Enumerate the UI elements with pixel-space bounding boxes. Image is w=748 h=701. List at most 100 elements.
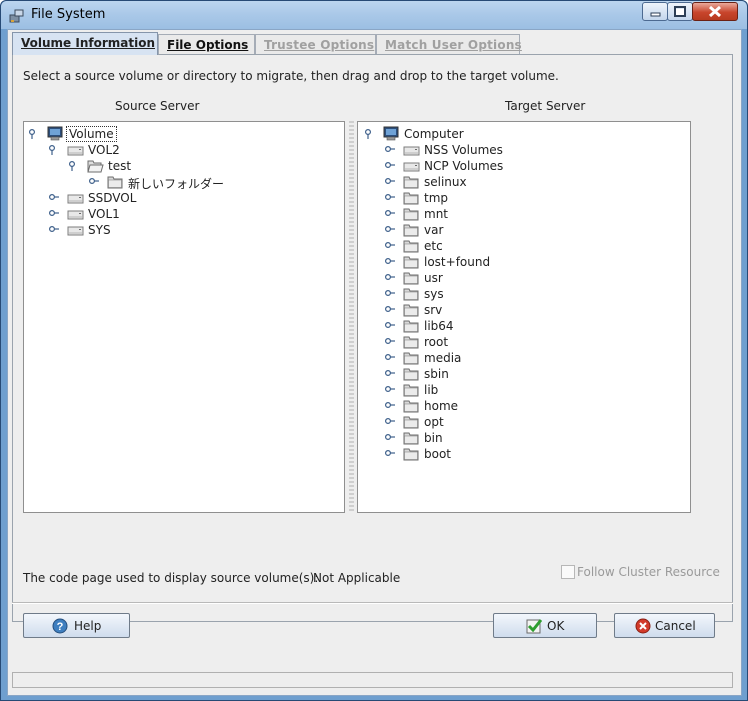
drive-icon: [67, 226, 84, 236]
tree-expand-handle-icon[interactable]: [384, 304, 398, 318]
folder-icon: [403, 192, 419, 205]
target-node-label: tmp: [424, 191, 449, 205]
file-system-icon: [9, 8, 25, 24]
window-title: File System: [31, 7, 106, 22]
tree-expand-handle-icon[interactable]: [384, 288, 398, 302]
target-node-label: lib64: [424, 319, 454, 333]
tab-file-options-label: File Options: [167, 38, 249, 52]
tree-expand-handle-icon[interactable]: [48, 224, 62, 238]
drive-icon: [67, 146, 84, 156]
tree-expand-handle-icon[interactable]: [384, 432, 398, 446]
tree-expand-handle-icon[interactable]: [384, 144, 398, 158]
ok-button[interactable]: OK: [493, 613, 597, 638]
close-button[interactable]: [692, 2, 738, 21]
folder-icon: [403, 432, 419, 445]
source-node-label: VOL1: [88, 207, 120, 221]
folder-icon: [403, 320, 419, 333]
target-node-label: sys: [424, 287, 444, 301]
drive-icon: [67, 210, 84, 220]
cancel-button[interactable]: Cancel: [614, 613, 715, 638]
help-button[interactable]: ? Help: [23, 613, 130, 638]
tree-collapse-handle-icon[interactable]: [68, 160, 82, 174]
target-server-header: Target Server: [505, 99, 586, 113]
source-node-label: 新しいフォルダー: [128, 177, 225, 191]
tree-expand-handle-icon[interactable]: [48, 208, 62, 222]
tree-collapse-handle-icon[interactable]: [28, 128, 42, 142]
target-node-label: usr: [424, 271, 443, 285]
target-node-label: boot: [424, 447, 452, 461]
ok-button-label: OK: [547, 619, 565, 633]
folder-icon: [403, 240, 419, 253]
tree-expand-handle-icon[interactable]: [384, 208, 398, 222]
help-button-label: Help: [74, 619, 102, 633]
target-node-label: bin: [424, 431, 443, 445]
folder-icon: [403, 208, 419, 221]
tree-expand-handle-icon[interactable]: [384, 448, 398, 462]
tree-expand-handle-icon[interactable]: [384, 160, 398, 174]
folder-icon: [403, 304, 419, 317]
code-page-value: Not Applicable: [313, 571, 401, 585]
source-node-label: VOL2: [88, 143, 120, 157]
instructions-text: Select a source volume or directory to m…: [23, 69, 559, 83]
folder-icon: [403, 400, 419, 413]
source-server-header: Source Server: [115, 99, 200, 113]
file-system-window: File System Volume Information File Opti…: [0, 0, 748, 701]
split-pane-divider[interactable]: [349, 121, 354, 513]
source-tree[interactable]: Volume VOL2 test 新しいフォルダー SSDVOL VOL1 SYS: [23, 121, 345, 513]
target-node-label: sbin: [424, 367, 449, 381]
tree-expand-handle-icon[interactable]: [384, 400, 398, 414]
folder-icon: [107, 176, 123, 189]
target-node-label: var: [424, 223, 444, 237]
svg-text:?: ?: [57, 621, 64, 633]
tree-expand-handle-icon[interactable]: [384, 176, 398, 190]
tree-expand-handle-icon[interactable]: [48, 192, 62, 206]
target-node-label: etc: [424, 239, 443, 253]
tree-expand-handle-icon[interactable]: [384, 224, 398, 238]
tree-expand-handle-icon[interactable]: [384, 336, 398, 350]
folder-icon: [403, 368, 419, 381]
tree-expand-handle-icon[interactable]: [384, 272, 398, 286]
target-node-label: root: [424, 335, 449, 349]
follow-cluster-resource-label: Follow Cluster Resource: [577, 565, 720, 579]
status-strip: [12, 672, 733, 688]
tree-expand-handle-icon[interactable]: [384, 416, 398, 430]
target-tree[interactable]: Computer NSS Volumes NCP Volumes selinux tmp…: [357, 121, 691, 513]
target-node-label: opt: [424, 415, 444, 429]
folder-icon: [403, 336, 419, 349]
tree-expand-handle-icon[interactable]: [88, 176, 102, 190]
tab-trustee-options[interactable]: Trustee Options: [255, 34, 376, 54]
tab-match-user-options-label: Match User Options: [385, 38, 522, 52]
button-separator: [12, 602, 733, 604]
target-node-label: mnt: [424, 207, 448, 221]
code-page-label: The code page used to display source vol…: [23, 571, 319, 585]
folder-icon: [403, 288, 419, 301]
tree-collapse-handle-icon[interactable]: [48, 144, 62, 158]
target-node-label: media: [424, 351, 462, 365]
tab-file-options[interactable]: File Options: [158, 34, 255, 54]
folder-icon: [403, 256, 419, 269]
drive-icon: [67, 194, 84, 204]
target-node-label: lib: [424, 383, 439, 397]
maximize-button[interactable]: [667, 2, 693, 21]
tab-match-user-options[interactable]: Match User Options: [376, 34, 522, 54]
cancel-button-label: Cancel: [655, 619, 696, 633]
tree-expand-handle-icon[interactable]: [384, 368, 398, 382]
source-node-label: SSDVOL: [88, 191, 137, 205]
tree-collapse-handle-icon[interactable]: [364, 128, 378, 142]
title-bar[interactable]: File System: [1, 1, 747, 29]
tree-expand-handle-icon[interactable]: [384, 240, 398, 254]
tab-volume-information[interactable]: Volume Information: [12, 32, 158, 55]
minimize-button[interactable]: [642, 2, 668, 21]
cancel-icon: [635, 618, 651, 634]
target-node-label: NSS Volumes: [424, 143, 503, 157]
source-node-label: test: [108, 159, 132, 173]
tree-expand-handle-icon[interactable]: [384, 384, 398, 398]
tree-expand-handle-icon[interactable]: [384, 256, 398, 270]
tree-expand-handle-icon[interactable]: [384, 320, 398, 334]
checkbox-box[interactable]: [561, 565, 575, 579]
folder-icon: [403, 272, 419, 285]
folder-icon: [403, 224, 419, 237]
drive-icon: [403, 162, 420, 172]
tree-expand-handle-icon[interactable]: [384, 192, 398, 206]
tree-expand-handle-icon[interactable]: [384, 352, 398, 366]
